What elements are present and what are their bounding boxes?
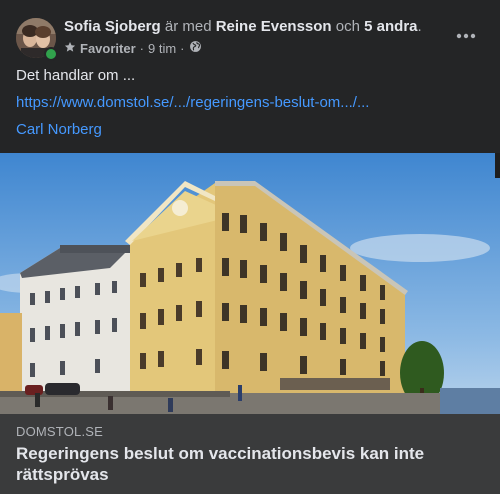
audience-label[interactable]: Favoriter <box>80 41 136 57</box>
link-preview-card[interactable]: DOMSTOL.SE Regeringens beslut om vaccina… <box>0 153 500 494</box>
preview-domain: DOMSTOL.SE <box>16 424 104 439</box>
globe-icon[interactable] <box>189 40 202 57</box>
post-text: Det handlar om ... <box>16 67 136 84</box>
and-text: och <box>335 18 360 35</box>
others-link[interactable]: 5 andra <box>364 18 417 35</box>
preview-headline[interactable]: Regeringens beslut om vaccinationsbevis … <box>16 443 476 485</box>
with-text: är med <box>164 18 212 35</box>
feed-post: Sofia Sjoberg är med Reine Evensson och … <box>0 0 500 494</box>
post-header: Sofia Sjoberg är med Reine Evensson och … <box>64 17 422 37</box>
meta-separator: · <box>139 40 144 56</box>
post-meta: Favoriter · 9 tim · <box>64 40 202 57</box>
mention-link[interactable]: Carl Norberg <box>16 120 102 140</box>
post-time[interactable]: 9 tim <box>148 41 176 57</box>
author-name[interactable]: Sofia Sjoberg <box>64 18 161 35</box>
post-url-link[interactable]: https://www.domstol.se/.../regeringens-b… <box>16 93 369 113</box>
period: . <box>417 18 422 35</box>
more-options-icon <box>456 33 476 39</box>
tagged-person[interactable]: Reine Evensson <box>216 18 332 35</box>
preview-image[interactable] <box>0 153 500 414</box>
more-options-button[interactable] <box>448 22 484 50</box>
meta-separator-2: · <box>180 40 185 56</box>
online-status-indicator <box>44 47 58 61</box>
preview-footer[interactable]: DOMSTOL.SE Regeringens beslut om vaccina… <box>0 414 500 494</box>
star-icon <box>64 41 76 57</box>
